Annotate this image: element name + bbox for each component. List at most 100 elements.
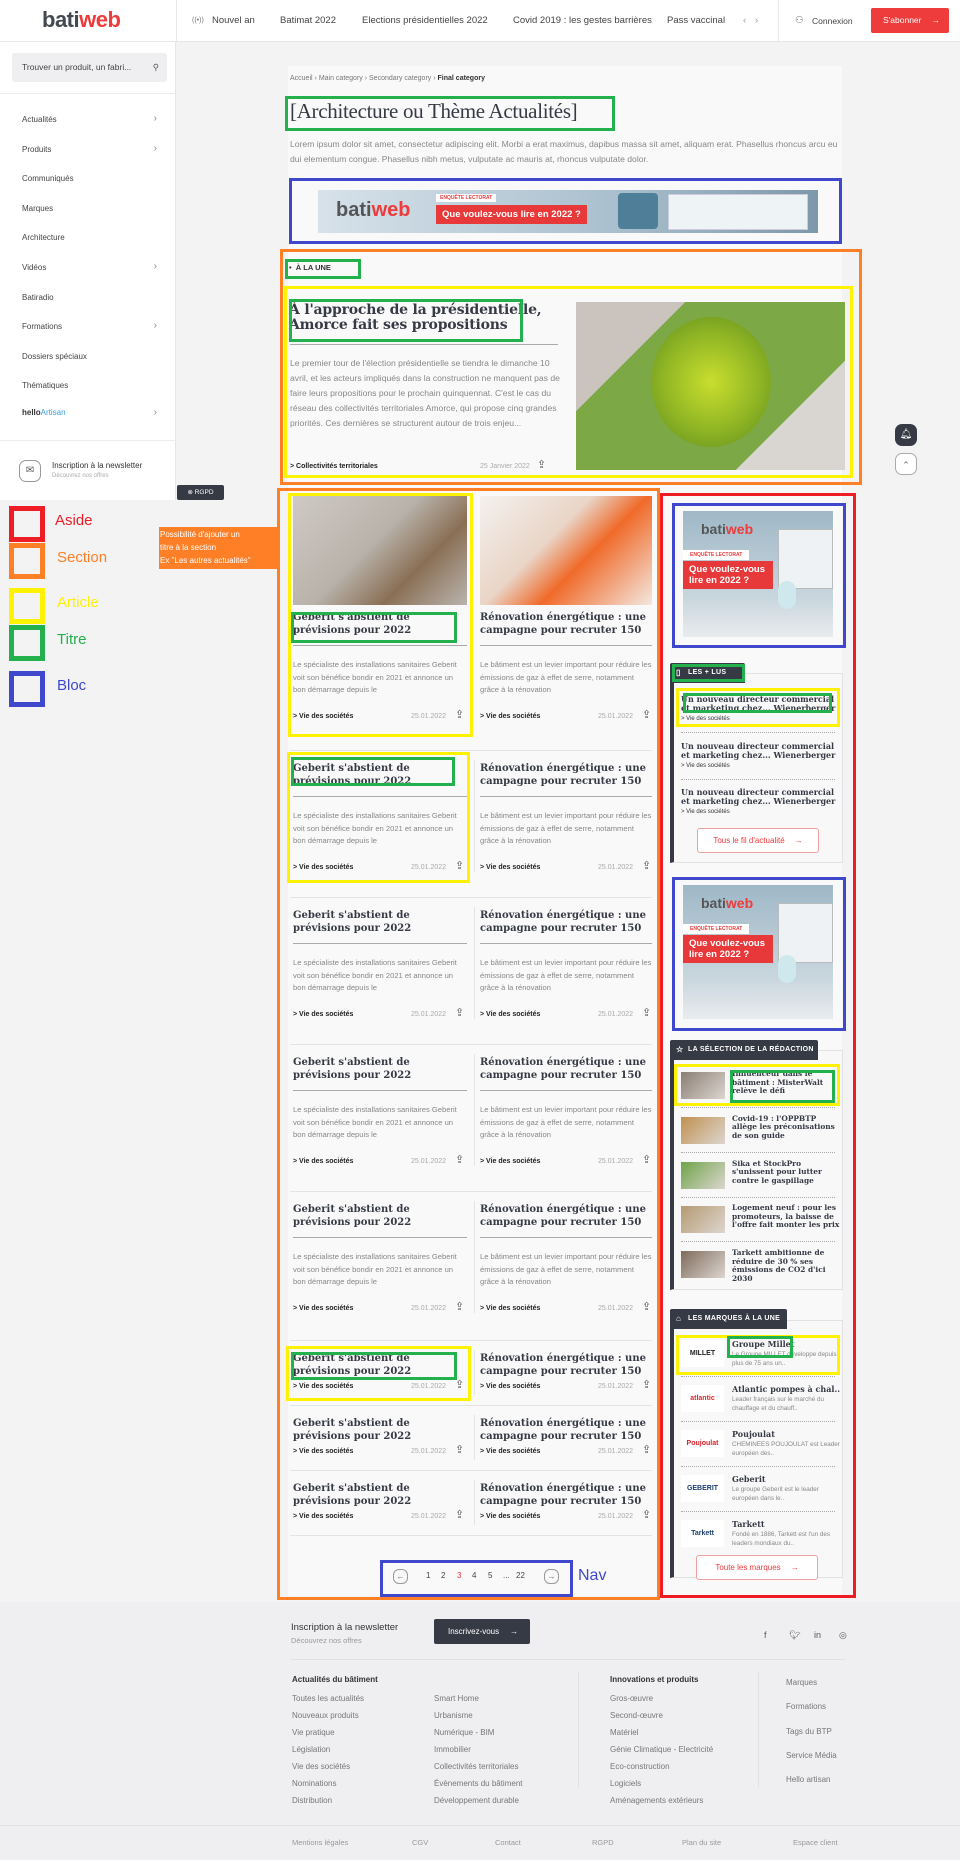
footer-link[interactable]: Nominations <box>292 1779 336 1788</box>
article-title[interactable]: Geberit s'abstient de prévisions pour 20… <box>293 1417 467 1443</box>
article-category[interactable]: > Vie des sociétés <box>480 1383 540 1390</box>
share-icon[interactable]: ⇪ <box>455 1378 464 1391</box>
sidebar-item[interactable]: Vidéos › <box>22 261 157 272</box>
article-category[interactable]: > Vie des sociétés <box>293 713 353 720</box>
scroll-top-button[interactable]: ⌃ <box>895 453 917 475</box>
selection-title[interactable]: Tarkett ambitionne de réduire de 30 % se… <box>732 1249 840 1287</box>
most-read-category[interactable]: > Vie des sociétés <box>681 716 730 722</box>
brand-name[interactable]: Tarkett <box>732 1519 840 1529</box>
sidebar-ad[interactable]: batiweb ENQUÊTE LECTORAT Que voulez-vous l… <box>683 885 833 1019</box>
footer-link[interactable]: Smart Home <box>434 1694 479 1703</box>
page-link[interactable]: 5 <box>488 1571 492 1580</box>
article-category[interactable]: > Vie des sociétés <box>480 1448 540 1455</box>
share-icon[interactable]: ⇪ <box>642 859 651 872</box>
share-icon[interactable]: ⇪ <box>642 1153 651 1166</box>
most-read-category[interactable]: > Vie des sociétés <box>681 809 730 815</box>
page-link[interactable]: 4 <box>472 1571 476 1580</box>
article-title[interactable]: Geberit s'abstient de prévisions pour 20… <box>293 1056 467 1082</box>
article-category[interactable]: > Vie des sociétés <box>293 864 353 871</box>
article-category[interactable]: > Vie des sociétés <box>480 713 540 720</box>
nav-item[interactable]: Pass vaccinal <box>667 0 725 42</box>
share-icon[interactable]: ⇪ <box>642 1006 651 1019</box>
subscribe-button[interactable]: S'abonner → <box>871 8 949 33</box>
article-title[interactable]: Rénovation énergétique : une campagne po… <box>480 909 652 935</box>
footer-link[interactable]: Évènements du bâtiment <box>434 1779 523 1788</box>
linkedin-icon[interactable]: in <box>814 1630 821 1640</box>
share-icon[interactable]: ⇪ <box>642 1300 651 1313</box>
brand-name[interactable]: Geberit <box>732 1474 840 1484</box>
rgpd-button[interactable]: ⊗ RGPD <box>177 485 224 500</box>
facebook-icon[interactable]: f <box>764 1630 767 1640</box>
chevron-right-icon[interactable]: › <box>755 0 758 42</box>
nav-item[interactable]: Batimat 2022 <box>280 0 336 42</box>
selection-thumbnail[interactable] <box>681 1116 725 1144</box>
nav-item[interactable]: Covid 2019 : les gestes barrières <box>513 0 652 42</box>
article-category[interactable]: > Vie des sociétés <box>293 1305 353 1312</box>
footer-link[interactable]: Immobilier <box>434 1745 471 1754</box>
prev-page-button[interactable]: ← <box>393 1569 408 1584</box>
most-read-title[interactable]: Un nouveau directeur commercial et marke… <box>681 695 839 713</box>
footer-link[interactable]: Formations <box>786 1702 826 1711</box>
share-icon[interactable]: ⇪ <box>642 1378 651 1391</box>
footer-link[interactable]: Vie des sociétés <box>292 1762 350 1771</box>
article-title[interactable]: Rénovation énergétique : une campagne po… <box>480 1203 652 1229</box>
article-title[interactable]: Rénovation énergétique : une campagne po… <box>480 1056 652 1082</box>
batiweb-logo[interactable]: batiweb <box>42 7 121 33</box>
page-link[interactable]: 22 <box>516 1571 525 1580</box>
article-category[interactable]: > Vie des sociétés <box>293 1513 353 1520</box>
chevron-left-icon[interactable]: ‹ <box>743 0 746 42</box>
article-title[interactable]: Geberit s'abstient de prévisions pour 20… <box>293 762 467 788</box>
brand-name[interactable]: Poujoulat <box>732 1429 840 1439</box>
footer-link[interactable]: Gros-œuvre <box>610 1694 653 1703</box>
footer-link[interactable]: Vie pratique <box>292 1728 335 1737</box>
article-category[interactable]: > Vie des sociétés <box>480 1158 540 1165</box>
selection-thumbnail[interactable] <box>681 1072 725 1099</box>
article-image[interactable] <box>293 496 467 605</box>
sidebar-item[interactable]: Actualités › <box>22 113 157 124</box>
footer-link[interactable]: Développement durable <box>434 1796 519 1805</box>
article-category[interactable]: > Vie des sociétés <box>480 864 540 871</box>
brand-logo[interactable]: Poujoulat <box>681 1430 724 1457</box>
footer-bottom-link[interactable]: Contact <box>495 1838 521 1847</box>
article-title[interactable]: Geberit s'abstient de prévisions pour 20… <box>293 1482 467 1508</box>
footer-link[interactable]: Toutes les actualités <box>292 1694 364 1703</box>
article-image[interactable] <box>480 496 652 605</box>
most-read-title[interactable]: Un nouveau directeur commercial et marke… <box>681 741 839 760</box>
une-article-image[interactable] <box>576 302 845 470</box>
sidebar-item[interactable]: Formations › <box>22 320 157 331</box>
sidebar-item[interactable]: Batiradio <box>22 293 157 302</box>
most-read-category[interactable]: > Vie des sociétés <box>681 763 730 769</box>
notification-bell-button[interactable]: 🔔︎ <box>895 424 917 446</box>
sidebar-item[interactable]: Produits › <box>22 143 157 154</box>
article-title[interactable]: Rénovation énergétique : une campagne po… <box>480 1482 652 1508</box>
newsletter-title[interactable]: Inscription à la newsletter <box>52 461 142 470</box>
nav-item[interactable]: Elections présidentielles 2022 <box>362 0 488 42</box>
share-icon[interactable]: ⇪ <box>455 859 464 872</box>
selection-title[interactable]: Logement neuf : pour les promoteurs, la … <box>732 1204 840 1242</box>
all-brands-button[interactable]: Toute les marques → <box>696 1555 818 1580</box>
footer-link[interactable]: Tags du BTP <box>786 1727 832 1736</box>
brand-logo[interactable]: GEBERIT <box>681 1475 724 1502</box>
all-news-button[interactable]: Tous le fil d'actualité → <box>697 828 819 853</box>
selection-thumbnail[interactable] <box>681 1161 725 1189</box>
footer-link[interactable]: Eco-construction <box>610 1762 670 1771</box>
selection-thumbnail[interactable] <box>681 1251 725 1279</box>
share-icon[interactable]: ⇪ <box>642 1508 651 1521</box>
page-link[interactable]: 2 <box>441 1571 445 1580</box>
sidebar-item[interactable]: Dossiers spéciaux <box>22 352 157 361</box>
footer-bottom-link[interactable]: Espace client <box>793 1838 838 1847</box>
article-title[interactable]: Rénovation énergétique : une campagne po… <box>480 1417 652 1443</box>
share-icon[interactable]: ⇪ <box>537 458 546 471</box>
article-category[interactable]: > Vie des sociétés <box>480 1305 540 1312</box>
selection-title[interactable]: Covid-19 : l'OPPBTP allège les préconisa… <box>732 1115 840 1153</box>
article-title[interactable]: Geberit s'abstient de prévisions pour 20… <box>293 1203 467 1229</box>
article-category[interactable]: > Vie des sociétés <box>480 1011 540 1018</box>
article-category[interactable]: > Vie des sociétés <box>293 1011 353 1018</box>
footer-bottom-link[interactable]: CGV <box>412 1838 428 1847</box>
nav-item[interactable]: Nouvel an <box>212 0 255 42</box>
article-category[interactable]: > Vie des sociétés <box>293 1448 353 1455</box>
footer-link[interactable]: Aménagements extérieurs <box>610 1796 703 1805</box>
footer-link[interactable]: Collectivités territoriales <box>434 1762 518 1771</box>
footer-link[interactable]: Numérique - BIM <box>434 1728 494 1737</box>
article-title[interactable]: Rénovation énergétique : une campagne po… <box>480 611 652 637</box>
